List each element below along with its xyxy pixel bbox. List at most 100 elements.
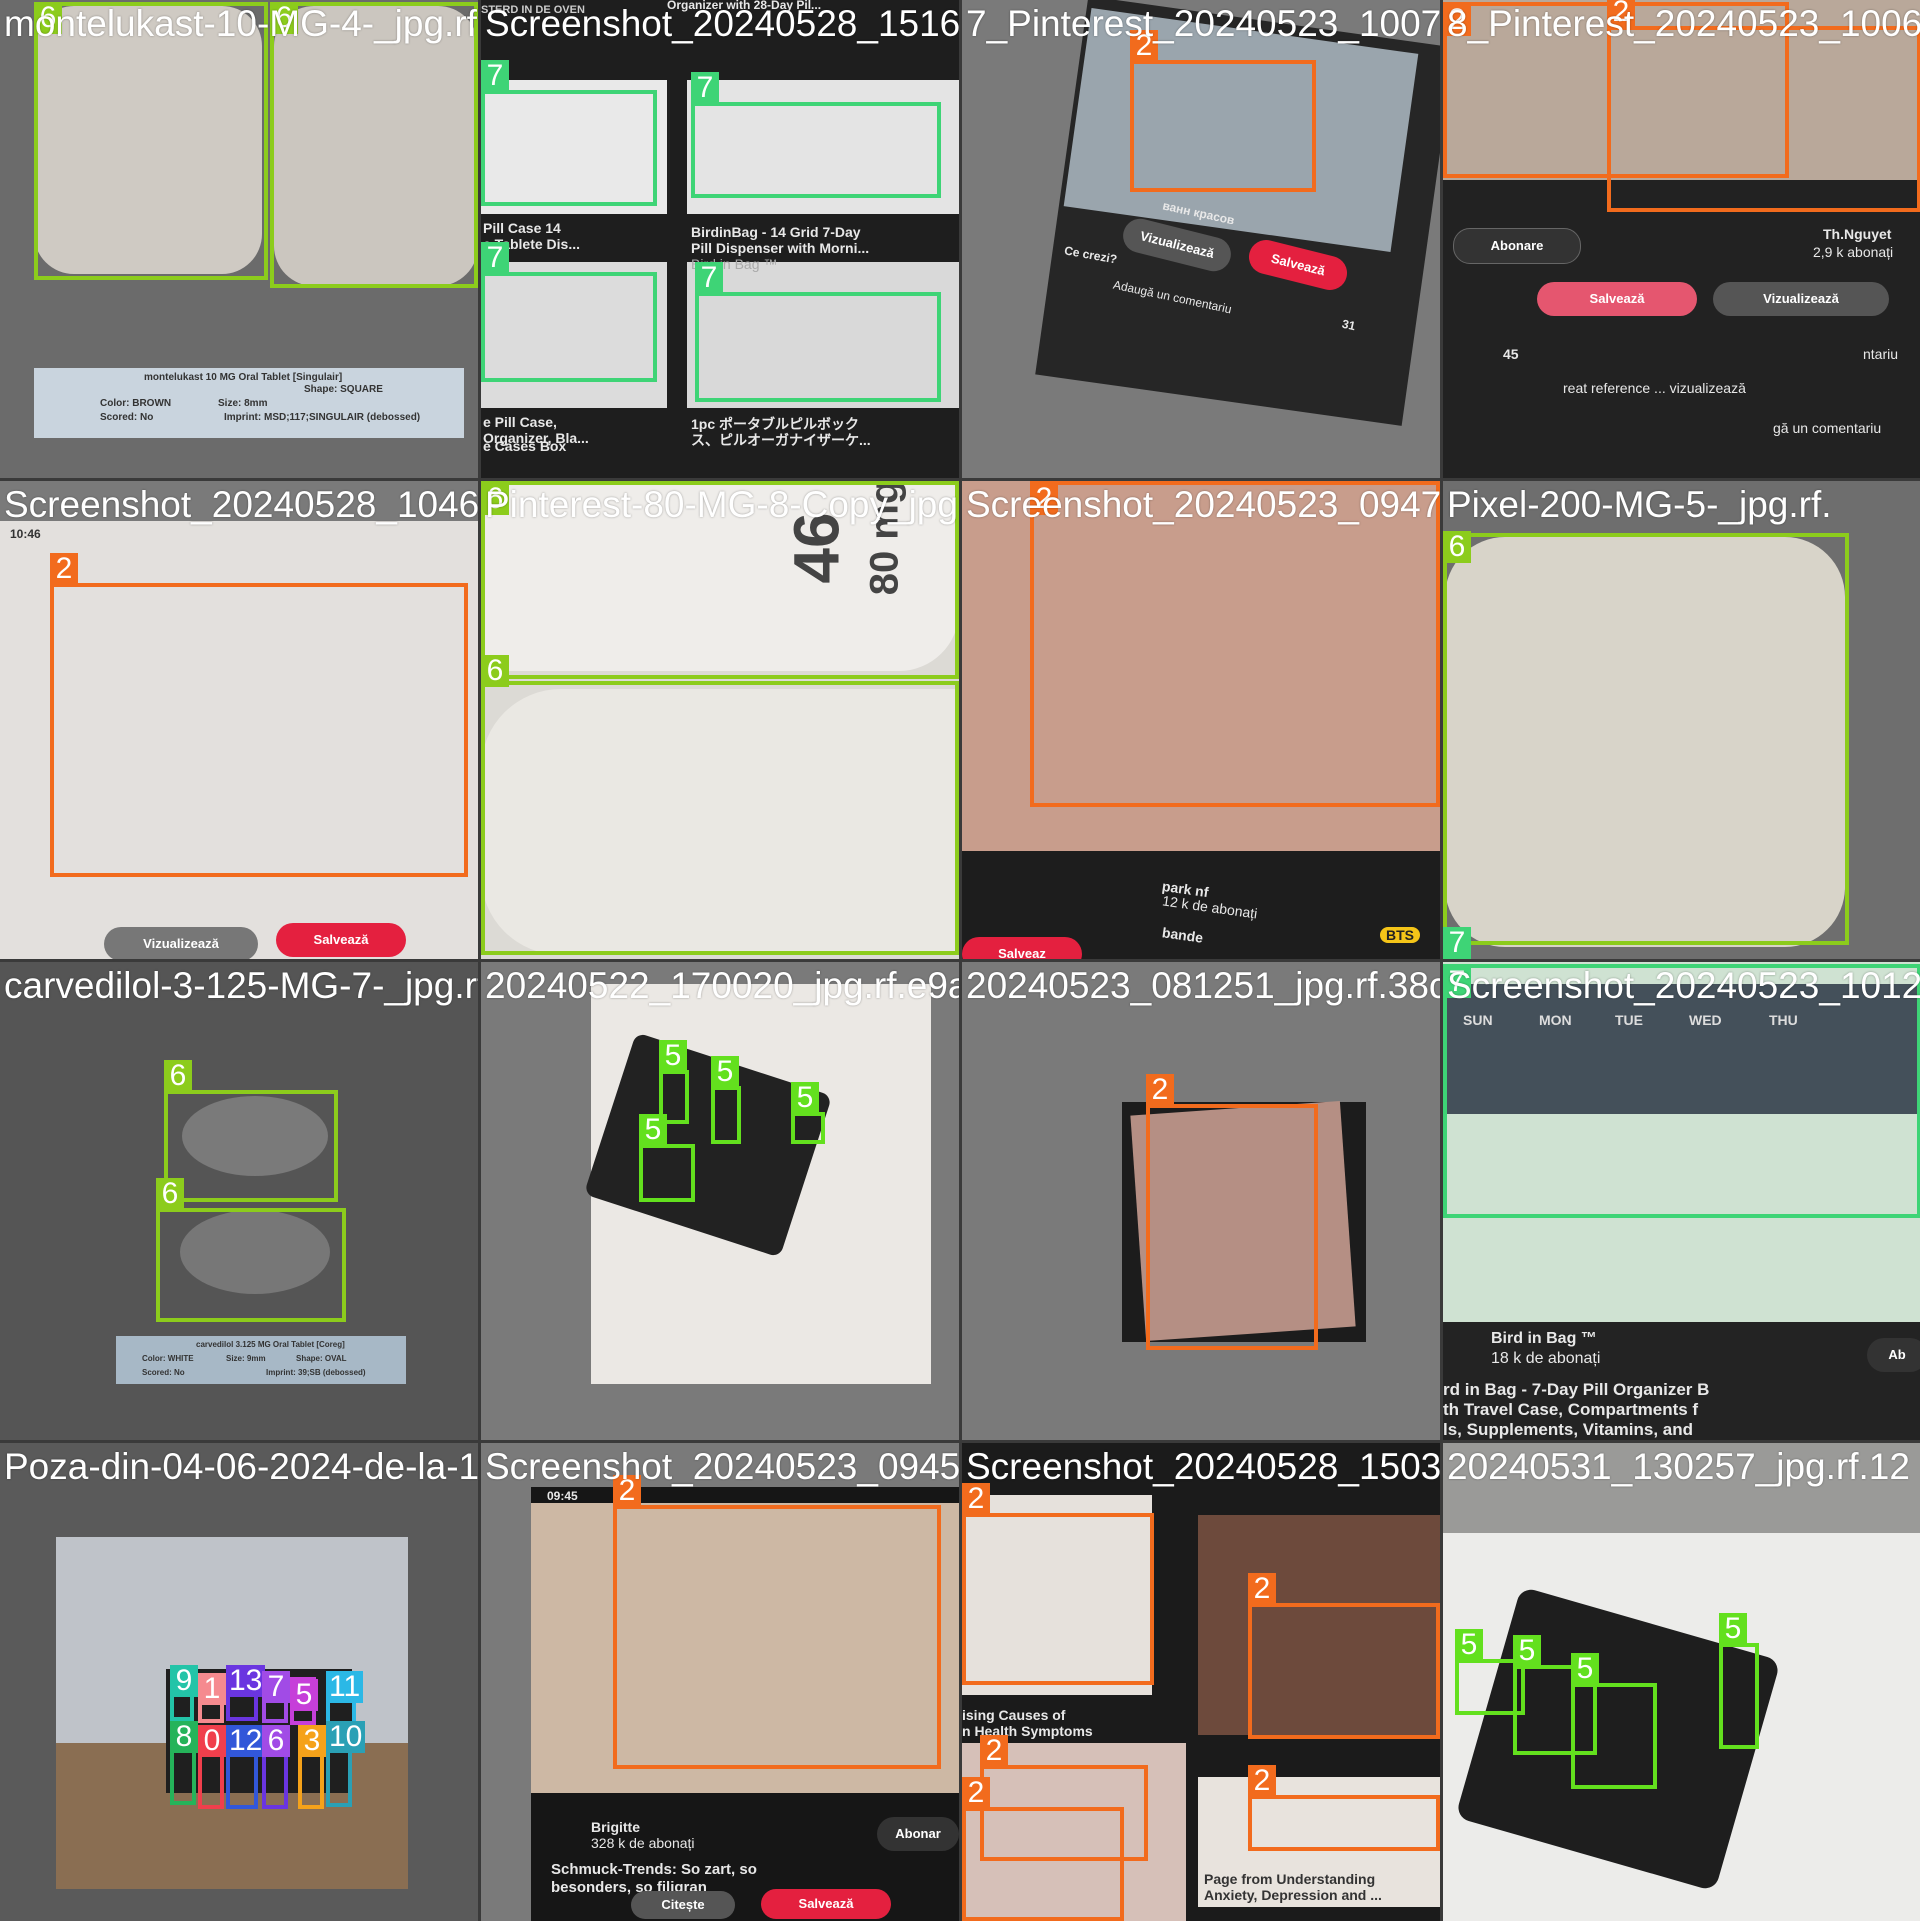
box-label: 6 (156, 1178, 184, 1210)
box-label: 5 (711, 1056, 739, 1088)
bounding-box: 2 (1030, 481, 1440, 807)
tile-4[interactable]: Abonare Th.Nguyet 2,9 k abonați Salvează… (1443, 0, 1920, 478)
box-label: 5 (659, 1040, 687, 1072)
box-label: 7 (481, 242, 509, 274)
box-label: 2 (1146, 1074, 1174, 1106)
tile-8[interactable]: 6 7 Pixel-200-MG-5-_jpg.rf. (1443, 481, 1920, 959)
bounding-box: 7 (481, 60, 657, 206)
box-label: 9 (170, 1665, 198, 1697)
caption: Shape: SQUARE (304, 384, 383, 395)
caption: Shape: OVAL (296, 1354, 347, 1363)
bounding-box: 6 (481, 655, 959, 955)
tile-10[interactable]: 5 5 5 5 20240522_170020_jpg.rf.e9a (481, 962, 959, 1440)
caption: BirdinBag - 14 Grid 7-Day (691, 224, 861, 240)
bounding-box: 2 (1607, 0, 1920, 212)
box-label: 13 (226, 1665, 266, 1697)
bounding-box: 6 (156, 1178, 346, 1322)
tile-14[interactable]: 09:45 Brigitte 328 k de abonați Abonar S… (481, 1443, 959, 1921)
box-label: 7 (262, 1671, 290, 1703)
bounding-box: 6 (1443, 531, 1849, 945)
tile-title: 20240531_130257_jpg.rf.12 (1447, 1446, 1910, 1487)
caption: ising Causes of (962, 1707, 1066, 1723)
bounding-box: 1 (198, 1673, 226, 1723)
tile-2[interactable]: Organizer with 28-Day Pil... STERD IN DE… (481, 0, 959, 478)
tile-6[interactable]: 46 80 mg 6 6 Pinterest-80-MG-8-Copy_jpg.… (481, 481, 959, 959)
box-label: 5 (1719, 1613, 1747, 1645)
bounding-box: 6 (262, 1725, 290, 1809)
salveaza-button[interactable]: Salveaz (962, 937, 1082, 959)
caption: Scored: No (100, 412, 154, 423)
tile-3[interactable]: Vizualizează Salvează ванн красов Ce cre… (962, 0, 1440, 478)
caption: ス、ピルオーガナイザーケ... (691, 432, 871, 448)
caption: Anxiety, Depression and ... (1204, 1887, 1382, 1903)
tile-title: Pinterest-80-MG-8-Copy_jpg.rf (485, 484, 959, 525)
bounding-box: 2 (613, 1475, 941, 1769)
vizualizeaza-button[interactable]: Vizualizează (1713, 282, 1889, 316)
box-label: 10 (326, 1721, 366, 1753)
tile-9[interactable]: carvedilol 3.125 MG Oral Tablet [Coreg] … (0, 962, 478, 1440)
vizualizeaza-button[interactable]: Vizualizează (104, 927, 258, 959)
caption: Page from Understanding (1204, 1871, 1376, 1887)
tile-title: 20240523_081251_jpg.rf.38c (966, 965, 1440, 1006)
caption: Scored: No (142, 1368, 185, 1377)
box-label: 7 (691, 72, 719, 104)
bounding-box: 2 (962, 1483, 1154, 1685)
box-label: 2 (1248, 1573, 1276, 1605)
caption: montelukast 10 MG Oral Tablet [Singulair… (144, 372, 343, 383)
tile-16[interactable]: 5 5 5 5 20240531_130257_jpg.rf.12 (1443, 1443, 1920, 1921)
tile-12[interactable]: SUN MON TUE WED THU Bird in Bag ™ 18 k d… (1443, 962, 1920, 1440)
bounding-box: 5 (1571, 1653, 1657, 1789)
caption: Brigitte (591, 1819, 640, 1835)
tile-7[interactable]: park nf 12 k de abonați BTS bande Salvea… (962, 481, 1440, 959)
caption: carvedilol 3.125 MG Oral Tablet [Coreg] (196, 1340, 345, 1349)
citeste-button[interactable]: Citește (631, 1891, 735, 1919)
tile-5[interactable]: 10:46 Vizualizează Salvează 2 Screenshot… (0, 481, 478, 959)
bounding-box: 7 (691, 72, 941, 198)
box-label: 1 (198, 1673, 226, 1705)
box-label: 5 (1513, 1635, 1541, 1667)
bounding-box: 5 (639, 1114, 695, 1202)
salveaza-button[interactable]: Salvează (761, 1889, 891, 1919)
box-label: 5 (1571, 1653, 1599, 1685)
tile-title: Screenshot_20240528_15163 (485, 3, 959, 44)
tile-13[interactable]: 9 1 13 7 5 11 8 0 12 6 3 10 Poza-din-04-… (0, 1443, 478, 1921)
box-label: 7 (695, 262, 723, 294)
box-label: 5 (639, 1114, 667, 1146)
bounding-box: 5 (1719, 1613, 1759, 1749)
caption: rd in Bag - 7-Day Pill Organizer B (1443, 1380, 1710, 1399)
box-label: 11 (326, 1671, 364, 1703)
bounding-box: 6 (164, 1060, 338, 1202)
tile-title: carvedilol-3-125-MG-7-_jpg.rf. (4, 965, 478, 1006)
tile-1[interactable]: montelukast 10 MG Oral Tablet [Singulair… (0, 0, 478, 478)
box-label: 7 (1443, 927, 1471, 959)
tile-title: Screenshot_20240528_15030 (966, 1446, 1440, 1487)
bounding-box: 5 (290, 1677, 318, 1725)
box-label: 6 (262, 1725, 290, 1757)
tile-11[interactable]: 2 20240523_081251_jpg.rf.38c (962, 962, 1440, 1440)
caption: Pill Dispenser with Morni... (691, 240, 870, 256)
box-label: 5 (290, 1679, 318, 1711)
bounding-box: 13 (226, 1665, 266, 1721)
tile-title: Screenshot_20240523_09475 (966, 484, 1440, 525)
box-label: 12 (226, 1725, 266, 1757)
box-label: 6 (1443, 531, 1471, 563)
tile-title: 20240522_170020_jpg.rf.e9a (485, 965, 959, 1006)
bounding-box: 10 (326, 1721, 366, 1807)
caption: e Pill Case, (483, 414, 557, 430)
salveaza-button[interactable]: Salvează (1537, 282, 1697, 316)
caption: Imprint: MSD;117;SINGULAIR (debossed) (224, 412, 421, 423)
caption: Imprint: 39;SB (debossed) (266, 1368, 366, 1377)
abonare-button[interactable]: Ab (1867, 1338, 1920, 1372)
box-label: 2 (962, 1777, 990, 1809)
caption: 328 k de abonați (591, 1835, 695, 1851)
tile-15[interactable]: ising Causes of n Health Symptoms Page f… (962, 1443, 1440, 1921)
box-label: 6 (164, 1060, 192, 1092)
abonare-button[interactable]: Abonar (877, 1817, 959, 1851)
caption: Color: WHITE (142, 1354, 194, 1363)
abonare-button[interactable]: Abonare (1453, 228, 1581, 264)
caption: Bird in Bag ™ (1491, 1330, 1597, 1347)
caption: 09:45 (547, 1489, 578, 1503)
salveaza-button[interactable]: Salvează (276, 923, 406, 957)
box-label: 0 (198, 1725, 226, 1757)
box-label: 2 (50, 553, 78, 585)
